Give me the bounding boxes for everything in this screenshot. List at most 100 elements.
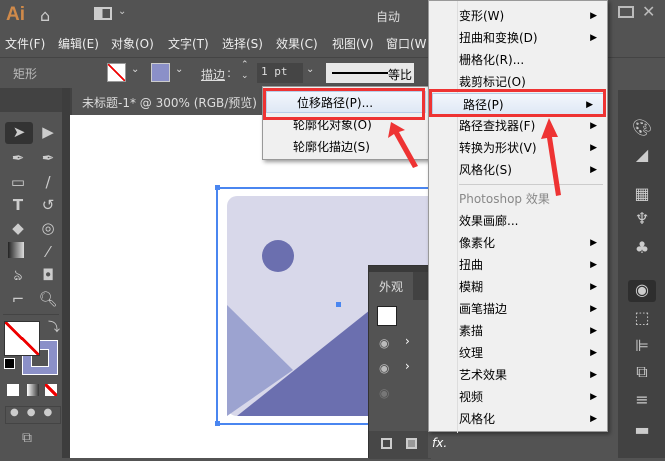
- swatches-icon[interactable]: ▦: [630, 184, 654, 206]
- submenu-arrow-icon: ▶: [590, 326, 597, 336]
- menu-item-outline-stroke[interactable]: 轮廓化描边(S): [263, 136, 429, 158]
- menu-item-label: 像素化: [459, 236, 496, 250]
- expand-chevron-icon[interactable]: ›: [405, 359, 410, 373]
- symbol-sprayer-tool-icon[interactable]: ঌ: [8, 265, 28, 285]
- gradient-tool-icon[interactable]: [8, 242, 24, 258]
- zoom-tool-icon[interactable]: 🔍︎: [38, 289, 58, 309]
- rectangle-tool-icon[interactable]: ▭: [8, 172, 28, 192]
- align-icon[interactable]: ⊫: [630, 336, 654, 358]
- menu-item[interactable]: 风格化 ▶: [429, 408, 607, 430]
- tab-other[interactable]: [413, 272, 429, 300]
- menu-item[interactable]: 转换为形状(V) ▶: [429, 137, 607, 159]
- default-colors-icon[interactable]: [4, 358, 15, 369]
- brushes-icon[interactable]: ♆: [630, 209, 654, 231]
- stroke-swatch[interactable]: [151, 63, 170, 82]
- eyedropper-tool-icon[interactable]: ⁄: [38, 242, 58, 262]
- visibility-eye-icon[interactable]: ◉: [379, 361, 389, 375]
- puppet-warp-tool-icon[interactable]: ◎: [38, 218, 58, 238]
- paintbrush-tool-icon[interactable]: /: [38, 172, 58, 192]
- visibility-eye-icon[interactable]: ◉: [379, 386, 389, 400]
- chevron-down-icon[interactable]: ⌄: [175, 64, 183, 75]
- workspace-layout-icon[interactable]: [94, 7, 112, 20]
- pen-tool-icon[interactable]: ✒: [8, 148, 28, 168]
- gradient-mode-icon[interactable]: [27, 384, 39, 396]
- menu-window[interactable]: 窗口(W: [386, 35, 427, 52]
- eraser-tool-icon[interactable]: ◆: [8, 218, 28, 238]
- submenu-arrow-icon: ▶: [590, 143, 597, 153]
- menu-item[interactable]: 扭曲 ▶: [429, 254, 607, 276]
- menu-item[interactable]: 扭曲和变换(D) ▶: [429, 27, 607, 49]
- home-icon[interactable]: ⌂: [40, 6, 50, 25]
- stroke-weight-input[interactable]: 1 pt: [257, 63, 303, 83]
- menu-item[interactable]: 艺术效果 ▶: [429, 364, 607, 386]
- document-tab[interactable]: 未标题-1* @ 300% (RGB/预览): [72, 88, 272, 115]
- menu-item-label: 风格化(S): [459, 163, 512, 177]
- type-tool-icon[interactable]: T: [8, 195, 28, 215]
- menu-item[interactable]: 像素化 ▶: [429, 232, 607, 254]
- draw-mode-icons[interactable]: ●●●: [5, 406, 61, 424]
- menu-effect[interactable]: 效果(C): [276, 35, 318, 52]
- color-guide-icon[interactable]: ◢: [630, 145, 654, 167]
- stroke-stepper[interactable]: ⌃ ⌄: [241, 60, 249, 82]
- submenu-arrow-icon: ▶: [590, 11, 597, 21]
- workspace-switcher[interactable]: 自动: [376, 8, 400, 25]
- add-fill-icon[interactable]: [406, 438, 417, 449]
- menu-item[interactable]: 素描 ▶: [429, 320, 607, 342]
- fx-button[interactable]: fx.: [432, 436, 447, 450]
- screen-mode-icon[interactable]: ⧉: [22, 430, 32, 446]
- swap-colors-icon[interactable]: ⤵: [48, 318, 60, 335]
- color-mode-icon[interactable]: [7, 384, 19, 396]
- chevron-down-icon[interactable]: ⌄: [131, 64, 139, 75]
- submenu-arrow-icon: ▶: [590, 304, 597, 314]
- expand-chevron-icon[interactable]: ›: [405, 334, 410, 348]
- visibility-eye-icon[interactable]: ◉: [379, 336, 389, 350]
- menu-edit[interactable]: 编辑(E): [58, 35, 99, 52]
- menu-item-label: 路径查找器(F): [459, 119, 536, 133]
- fill-swatch[interactable]: [107, 63, 126, 82]
- gradient-icon[interactable]: ▬: [630, 420, 654, 442]
- appearance-icon[interactable]: ◉: [628, 280, 656, 302]
- menu-type[interactable]: 文字(T): [168, 35, 209, 52]
- chevron-down-icon[interactable]: ⌄: [118, 6, 126, 17]
- none-mode-icon[interactable]: [45, 384, 57, 396]
- maximize-icon[interactable]: [618, 6, 634, 18]
- pathfinder-icon[interactable]: ⧉: [630, 362, 654, 384]
- curvature-tool-icon[interactable]: ✒: [38, 148, 58, 168]
- symbols-icon[interactable]: ♣: [630, 238, 654, 260]
- menu-item-label: 转换为形状(V): [459, 141, 537, 155]
- menu-item[interactable]: 视频 ▶: [429, 386, 607, 408]
- shape-builder-tool-icon[interactable]: ◘: [38, 265, 58, 285]
- stroke-icon[interactable]: ≡: [630, 390, 654, 412]
- menu-view[interactable]: 视图(V): [332, 35, 374, 52]
- submenu-arrow-icon: ▶: [590, 348, 597, 358]
- tab-appearance[interactable]: 外观: [371, 272, 413, 300]
- menu-file[interactable]: 文件(F): [5, 35, 45, 52]
- menu-item[interactable]: 风格化(S) ▶: [429, 159, 607, 181]
- menu-item[interactable]: 效果画廊...: [429, 210, 607, 232]
- direct-selection-tool-icon[interactable]: ▶: [38, 122, 58, 142]
- add-stroke-icon[interactable]: [381, 438, 392, 449]
- selection-tool-icon[interactable]: ➤: [5, 122, 33, 144]
- menu-item[interactable]: 变形(W) ▶: [429, 5, 607, 27]
- fill-color-box[interactable]: [4, 321, 40, 356]
- artboard-tool-icon[interactable]: ⌐: [8, 289, 28, 309]
- rotate-tool-icon[interactable]: ↺: [38, 195, 58, 215]
- transform-icon[interactable]: ⬚: [630, 308, 654, 330]
- menu-object[interactable]: 对象(O): [111, 35, 154, 52]
- menu-item[interactable]: 画笔描边 ▶: [429, 298, 607, 320]
- menu-item[interactable]: 纹理 ▶: [429, 342, 607, 364]
- sun-circle: [262, 240, 294, 272]
- menu-item-label: 扭曲和变换(D): [459, 31, 538, 45]
- submenu-arrow-icon: ▶: [590, 260, 597, 270]
- close-icon[interactable]: ✕: [642, 2, 655, 21]
- stroke-label[interactable]: 描边: [201, 66, 225, 83]
- menu-item[interactable]: 栅格化(R)...: [429, 49, 607, 71]
- chevron-down-icon[interactable]: ⌄: [306, 64, 314, 75]
- menu-select[interactable]: 选择(S): [222, 35, 263, 52]
- variable-width-profile[interactable]: 等比: [326, 63, 414, 83]
- menu-item[interactable]: 模糊 ▶: [429, 276, 607, 298]
- menu-item[interactable]: 路径查找器(F) ▶: [429, 115, 607, 137]
- submenu-arrow-icon: ▶: [590, 414, 597, 424]
- color-palette-icon[interactable]: 🎨︎: [630, 118, 654, 140]
- menu-item-label: 素描: [459, 324, 484, 338]
